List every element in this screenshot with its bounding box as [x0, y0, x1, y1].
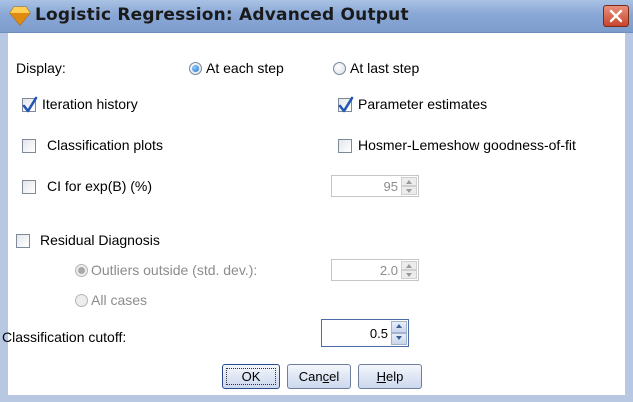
spin-up-icon: [401, 177, 417, 186]
spin-down-icon: [401, 186, 417, 195]
residual-diagnosis-checkbox[interactable]: [16, 234, 30, 248]
app-diamond-icon: [9, 6, 31, 26]
window-frame-right: [625, 33, 633, 402]
cancel-label-pre: Can: [298, 369, 323, 384]
title-bar[interactable]: Logistic Regression: Advanced Output: [0, 0, 633, 33]
radio-all-cases: [75, 294, 88, 307]
classification-cutoff-label: Classification cutoff:: [2, 329, 127, 345]
parameter-estimates-label[interactable]: Parameter estimates: [358, 96, 487, 112]
outliers-std-dev-spinner: 2.0: [331, 259, 419, 281]
cancel-label-post: el: [329, 369, 340, 384]
hosmer-lemeshow-checkbox[interactable]: [338, 139, 352, 153]
checkmark-icon: [338, 96, 354, 113]
classification-cutoff-value[interactable]: 0.5: [370, 326, 388, 341]
residual-diagnosis-label[interactable]: Residual Diagnosis: [40, 232, 160, 248]
ci-exp-b-label[interactable]: CI for exp(B) (%): [47, 178, 152, 194]
classification-cutoff-spinner[interactable]: 0.5: [321, 319, 409, 347]
dialog-title: Logistic Regression: Advanced Output: [35, 5, 409, 25]
display-label: Display:: [16, 60, 66, 76]
spin-down-icon: [401, 270, 417, 279]
window-frame-bottom: [0, 395, 633, 402]
close-button[interactable]: [603, 5, 629, 27]
parameter-estimates-checkbox[interactable]: [338, 96, 354, 113]
ci-exp-b-checkbox[interactable]: [22, 180, 36, 194]
iteration-history-checkbox[interactable]: [22, 96, 38, 113]
radio-outliers-outside: [75, 264, 88, 277]
classification-plots-label[interactable]: Classification plots: [47, 137, 163, 153]
advanced-output-dialog: Logistic Regression: Advanced Output Dis…: [0, 0, 633, 402]
cancel-button[interactable]: Cancel: [287, 364, 351, 389]
outliers-std-dev-value: 2.0: [379, 263, 398, 278]
ci-percent-spinner: 95: [331, 175, 419, 197]
window-frame-left: [0, 33, 8, 402]
spin-down-icon[interactable]: [391, 333, 407, 345]
radio-outliers-outside-label: Outliers outside (std. dev.):: [91, 262, 258, 278]
checkmark-icon: [22, 96, 38, 113]
radio-at-each-step[interactable]: [189, 62, 202, 75]
dialog-content: Display: At each step At last step Itera…: [2, 33, 625, 395]
classification-plots-checkbox[interactable]: [22, 139, 36, 153]
ok-focus-ring: [226, 368, 276, 385]
help-button[interactable]: Help: [358, 364, 422, 389]
hosmer-lemeshow-label[interactable]: Hosmer-Lemeshow goodness-of-fit: [358, 137, 576, 153]
close-icon: [609, 9, 623, 23]
ci-percent-arrows: [401, 177, 417, 195]
radio-at-each-step-label[interactable]: At each step: [206, 60, 284, 76]
radio-all-cases-label: All cases: [91, 292, 148, 308]
help-label-mnemonic: H: [376, 369, 387, 384]
ci-percent-value: 95: [383, 179, 398, 194]
ok-button[interactable]: OK: [222, 364, 280, 389]
outliers-std-dev-arrows: [401, 261, 417, 279]
spin-up-icon[interactable]: [391, 321, 407, 333]
classification-cutoff-arrows[interactable]: [391, 321, 407, 345]
radio-at-last-step[interactable]: [333, 62, 346, 75]
radio-at-last-step-label[interactable]: At last step: [350, 60, 419, 76]
spin-up-icon: [401, 261, 417, 270]
help-label-post: elp: [386, 369, 404, 384]
iteration-history-label[interactable]: Iteration history: [42, 96, 138, 112]
